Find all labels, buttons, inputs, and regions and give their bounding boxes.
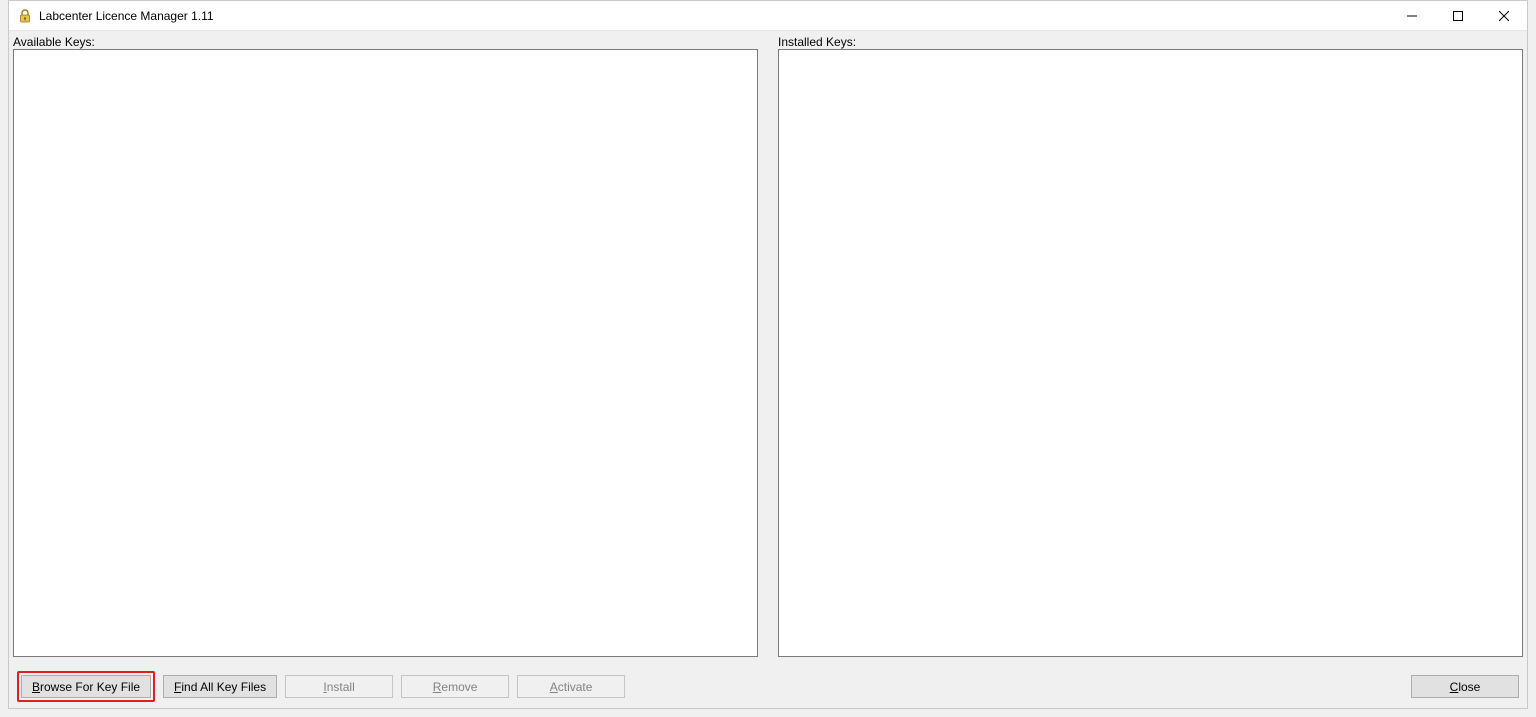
annotation-highlight: Browse For Key File (17, 671, 155, 702)
close-icon (1499, 11, 1509, 21)
close-button[interactable]: Close (1411, 675, 1519, 698)
install-button: Install (285, 675, 393, 698)
browse-for-key-file-button[interactable]: Browse For Key File (21, 675, 151, 698)
button-row: Browse For Key File Find All Key Files I… (13, 671, 1523, 702)
maximize-button[interactable] (1435, 1, 1481, 30)
maximize-icon (1453, 11, 1463, 21)
app-window: Labcenter Licence Manager 1.11 Available… (8, 0, 1528, 709)
available-keys-list[interactable] (13, 49, 758, 657)
window-controls (1389, 1, 1527, 30)
close-window-button[interactable] (1481, 1, 1527, 30)
installed-keys-label: Installed Keys: (778, 35, 1523, 49)
minimize-icon (1407, 11, 1417, 21)
minimize-button[interactable] (1389, 1, 1435, 30)
find-all-key-files-button[interactable]: Find All Key Files (163, 675, 277, 698)
window-title: Labcenter Licence Manager 1.11 (39, 9, 214, 23)
activate-button: Activate (517, 675, 625, 698)
client-area: Available Keys: Installed Keys: Browse F… (9, 31, 1527, 708)
panes-row: Available Keys: Installed Keys: (13, 35, 1523, 657)
titlebar: Labcenter Licence Manager 1.11 (9, 1, 1527, 31)
installed-keys-list[interactable] (778, 49, 1523, 657)
available-keys-label: Available Keys: (13, 35, 758, 49)
lock-icon (17, 8, 33, 24)
remove-button: Remove (401, 675, 509, 698)
